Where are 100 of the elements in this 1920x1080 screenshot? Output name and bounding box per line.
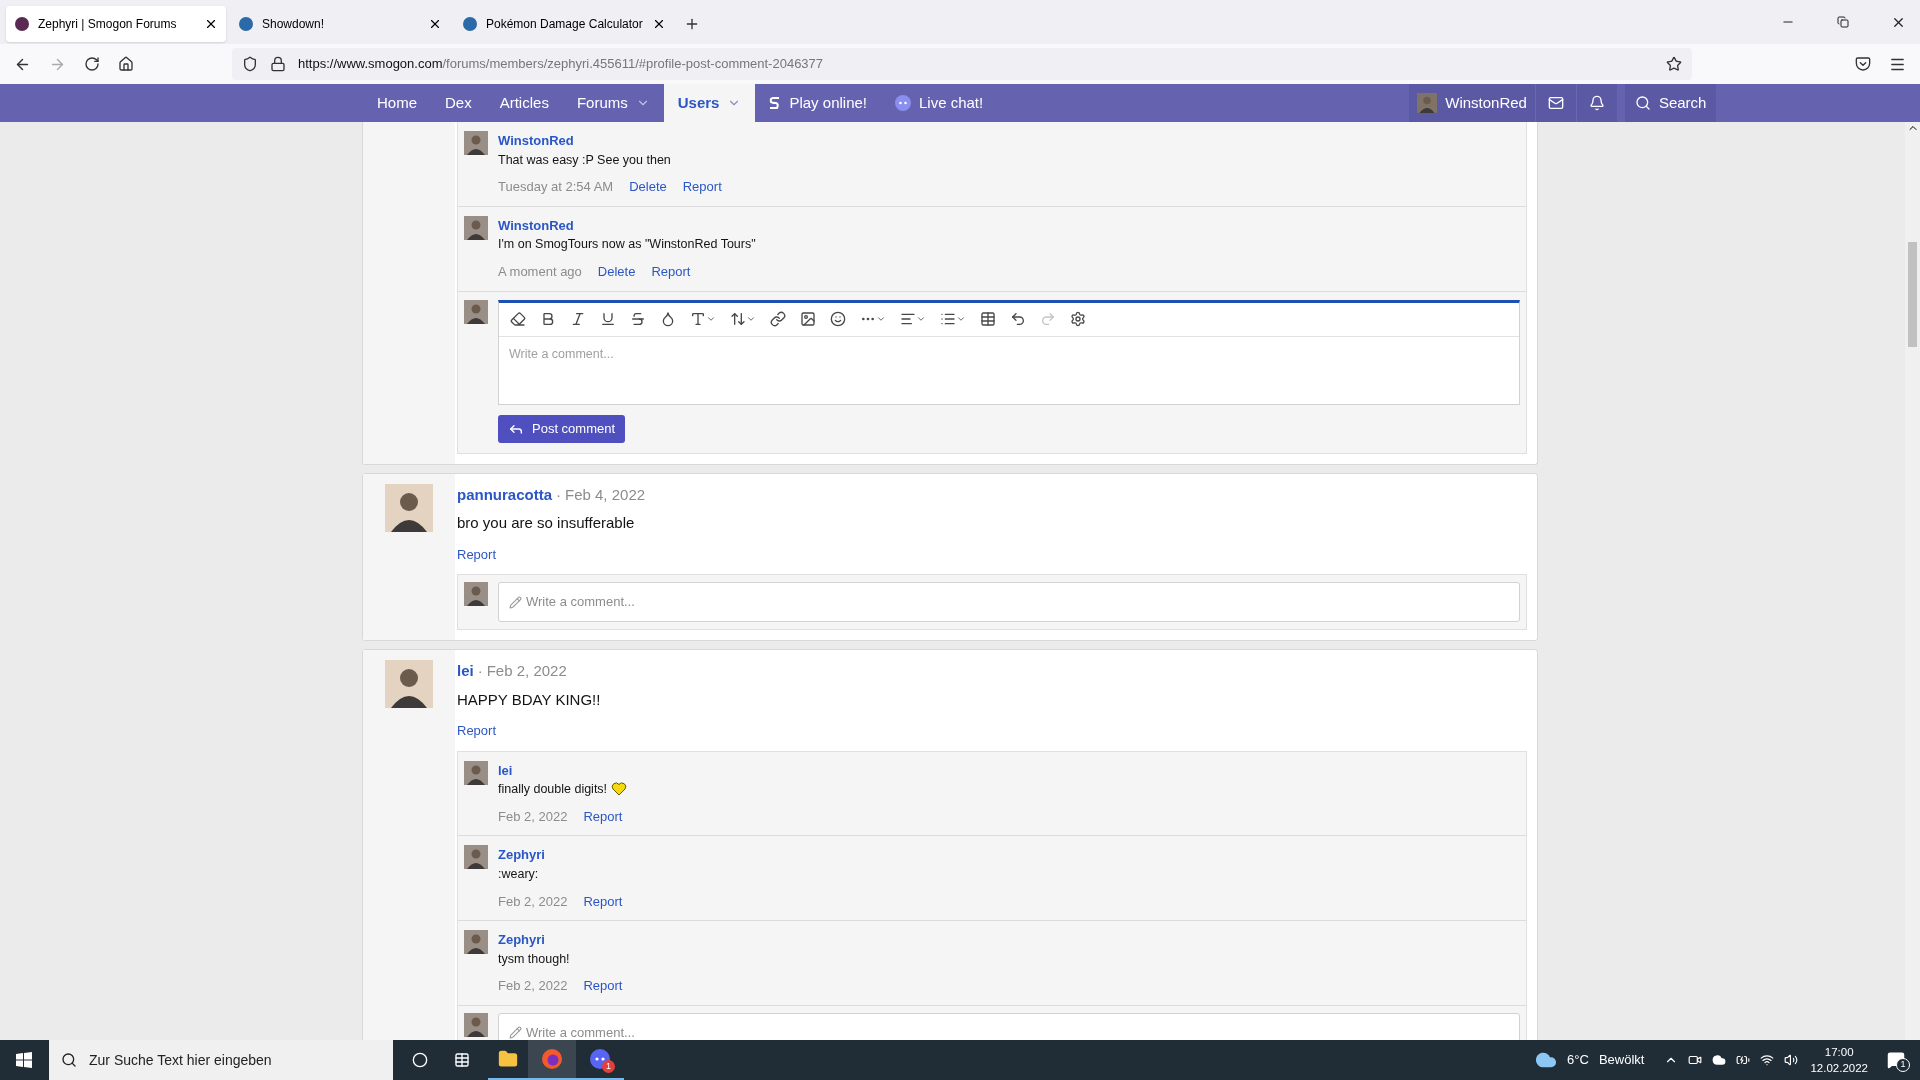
wifi-icon[interactable]: [1760, 1053, 1775, 1067]
comment-text: :weary:: [498, 865, 539, 883]
post-action-link[interactable]: Report: [457, 544, 497, 564]
avatar: [464, 930, 488, 954]
nav-tab[interactable]: Home: [363, 84, 431, 122]
folder-icon: [498, 1049, 518, 1069]
nav-tab[interactable]: Articles: [485, 84, 563, 122]
lock-icon[interactable]: [270, 56, 286, 72]
reload-icon[interactable]: [84, 56, 100, 72]
shield-icon[interactable]: [242, 56, 258, 72]
post-date: Feb 2, 2022: [486, 661, 567, 681]
avatar: [464, 760, 488, 785]
comment-time: Feb 2, 2022: [498, 977, 568, 996]
comment-action-link[interactable]: Delete: [597, 262, 636, 282]
battery-icon[interactable]: [1736, 1053, 1751, 1067]
mail-icon: [1547, 95, 1564, 111]
comment-action-link[interactable]: Report: [682, 177, 722, 197]
avatar: [464, 845, 488, 870]
new-tab-icon[interactable]: [684, 16, 700, 32]
bookmark-star-icon[interactable]: [1666, 56, 1682, 72]
separator-dot: ·: [556, 484, 561, 505]
search-button[interactable]: Search: [1624, 84, 1717, 122]
comment-field[interactable]: Write a comment...: [498, 582, 1520, 622]
post-text: HAPPY BDAY KING!!: [457, 689, 602, 710]
browser-tab[interactable]: Pokémon Damage Calculator: [454, 6, 674, 42]
post-comment-button[interactable]: Post comment: [498, 414, 626, 443]
comment-author[interactable]: WinstonRed: [498, 215, 756, 236]
comment-input[interactable]: Write a comment...: [526, 592, 1509, 612]
search-icon: [61, 1052, 77, 1068]
cortana-icon[interactable]: [412, 1052, 428, 1068]
comment-author[interactable]: Zephyri: [498, 845, 623, 865]
post-author[interactable]: lei: [457, 660, 474, 683]
avatar: [464, 1012, 488, 1037]
pencil-icon: [509, 1026, 522, 1040]
browser-tab[interactable]: Showdown!: [230, 6, 450, 42]
avatar: [385, 660, 433, 708]
comment-editor[interactable]: Write a comment...: [498, 299, 1520, 405]
comment-text: finally double digits!: [498, 781, 608, 798]
chat-logo-icon: [895, 95, 911, 111]
restore-icon[interactable]: [1837, 16, 1849, 28]
comment-author[interactable]: lei: [498, 760, 628, 780]
comment-author[interactable]: WinstonRed: [498, 131, 722, 151]
notifications-button[interactable]: 1: [1884, 1048, 1908, 1072]
firefox-icon[interactable]: [528, 1040, 576, 1080]
comment-author[interactable]: Zephyri: [498, 930, 623, 950]
comment-action-link[interactable]: Report: [583, 891, 623, 911]
taskbar-search-field[interactable]: Zur Suche Text hier eingeben: [49, 1040, 393, 1080]
notification-badge: 1: [602, 1060, 615, 1073]
site-favicon-icon: [462, 16, 478, 32]
windows-start-icon[interactable]: [16, 1052, 32, 1068]
avatar: [464, 299, 488, 324]
heart-emoji-icon: [611, 781, 628, 798]
comment-input[interactable]: Write a comment...: [499, 336, 1519, 397]
pocket-icon[interactable]: [1855, 56, 1871, 72]
volume-icon[interactable]: [1784, 1053, 1799, 1067]
comment-input[interactable]: Write a comment...: [526, 1023, 1509, 1040]
comment-time: Feb 2, 2022: [498, 807, 568, 826]
address-bar[interactable]: https://www.smogon.com/forums/members/zephyri.455611/#profile-post-comment-2046377: [232, 48, 1692, 80]
clock-time[interactable]: 17:00: [1824, 1044, 1854, 1060]
comment-field[interactable]: Write a comment...: [498, 1012, 1520, 1040]
post-text: bro you are so insufferable: [457, 513, 636, 533]
post-date: Feb 4, 2022: [565, 484, 646, 505]
firefox-logo-icon: [541, 1048, 563, 1070]
post-author[interactable]: pannuracotta: [457, 483, 552, 506]
scrollbar-thumb[interactable]: [1908, 242, 1917, 347]
close-icon[interactable]: [652, 17, 666, 31]
tab-title: Pokémon Damage Calculator: [486, 16, 644, 33]
taskbar-search-input[interactable]: Zur Suche Text hier eingeben: [89, 1049, 381, 1071]
tab-title: Showdown!: [262, 16, 326, 33]
clock-date[interactable]: 12.02.2022: [1810, 1060, 1868, 1076]
search-icon: [1634, 95, 1651, 111]
close-icon[interactable]: [204, 17, 218, 31]
nav-tab[interactable]: Dex: [431, 84, 486, 122]
nav-tab[interactable]: Live chat!: [881, 84, 998, 122]
comment-action-link[interactable]: Delete: [629, 177, 667, 197]
home-icon[interactable]: [118, 56, 134, 72]
url-text: https://www.smogon.com/forums/members/zephyri.455611/#profile-post-comment-2046377: [298, 55, 824, 74]
comment-action-link[interactable]: Report: [583, 976, 623, 996]
nav-tab[interactable]: Play online!: [755, 84, 881, 122]
weather-text: Bewölkt: [1598, 1051, 1645, 1070]
scrollbar[interactable]: [1905, 122, 1920, 1040]
bell-icon: [1588, 95, 1605, 111]
alerts-button[interactable]: [1575, 84, 1617, 122]
tab-title: Zephyri | Smogon Forums: [38, 16, 178, 33]
avatar: [464, 215, 488, 240]
nav-tab[interactable]: Users: [663, 84, 756, 122]
onedrive-icon[interactable]: [1712, 1053, 1727, 1067]
comment-action-link[interactable]: Report: [651, 262, 691, 282]
temperature-text: 6°C: [1567, 1051, 1589, 1070]
browser-tab[interactable]: Zephyri | Smogon Forums: [6, 6, 226, 42]
camera-icon[interactable]: [1688, 1053, 1703, 1067]
comment-action-link[interactable]: Report: [583, 806, 623, 827]
site-favicon-icon: [14, 16, 30, 32]
post-action-link[interactable]: Report: [457, 721, 497, 741]
close-icon[interactable]: [428, 17, 442, 31]
inbox-button[interactable]: [1534, 84, 1576, 122]
user-menu[interactable]: WinstonRed: [1409, 84, 1535, 122]
nav-tab[interactable]: Forums: [562, 84, 664, 122]
pencil-icon: [509, 595, 522, 609]
separator-dot: ·: [477, 661, 483, 681]
